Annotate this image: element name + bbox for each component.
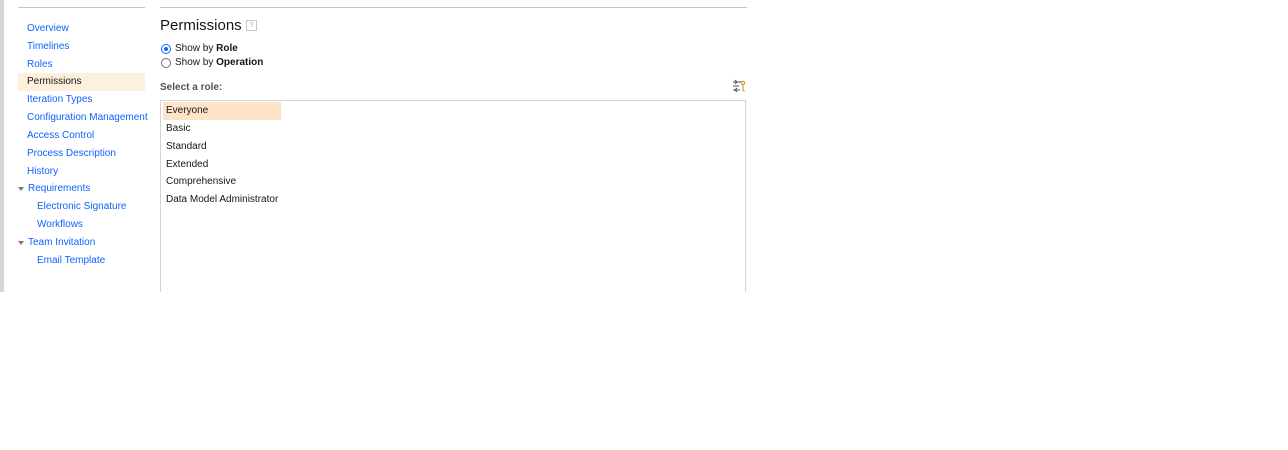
role-item-extended[interactable]: Extended xyxy=(163,156,281,174)
sidebar-item-label: Overview xyxy=(27,23,69,34)
sidebar-item-label: Access Control xyxy=(27,130,95,141)
sidebar-item-permissions[interactable]: Permissions xyxy=(18,73,145,91)
role-listbox[interactable]: Everyone Basic Standard Extended Compreh… xyxy=(160,100,746,292)
left-border xyxy=(0,0,4,292)
sidebar-item-process-description[interactable]: Process Description xyxy=(18,145,145,163)
role-item-everyone[interactable]: Everyone xyxy=(163,102,281,120)
sidebar-item-label: Configuration Management xyxy=(27,112,148,123)
page-title: Permissions xyxy=(160,17,242,34)
role-item-label: Data Model Administrator xyxy=(166,194,279,205)
show-by-operation-radio[interactable] xyxy=(161,58,171,68)
sidebar-item-label: Process Description xyxy=(27,148,116,159)
sidebar-item-label: Permissions xyxy=(27,76,82,87)
show-by-operation-label: Show by Operation xyxy=(175,57,264,68)
role-item-comprehensive[interactable]: Comprehensive xyxy=(163,173,281,191)
role-item-label: Comprehensive xyxy=(166,176,237,187)
sidebar-item-timelines[interactable]: Timelines xyxy=(18,38,145,56)
role-item-label: Extended xyxy=(166,159,209,170)
sidebar-item-label: Requirements xyxy=(28,183,91,194)
sidebar-item-configuration-management[interactable]: Configuration Management xyxy=(18,109,148,127)
sidebar-item-roles[interactable]: Roles xyxy=(18,56,145,74)
role-item-basic[interactable]: Basic xyxy=(163,120,281,138)
sidebar-item-workflows[interactable]: Workflows xyxy=(18,216,145,234)
sidebar-item-label: Team Invitation xyxy=(28,237,96,248)
select-role-label: Select a role: xyxy=(160,82,223,93)
role-item-label: Standard xyxy=(166,141,207,152)
main-divider xyxy=(160,7,747,8)
filter-settings-icon[interactable] xyxy=(732,79,746,93)
role-item-standard[interactable]: Standard xyxy=(163,138,281,156)
sidebar-item-label: Iteration Types xyxy=(27,94,93,105)
sidebar-item-overview[interactable]: Overview xyxy=(18,20,145,38)
role-item-label: Basic xyxy=(166,123,191,134)
sidebar-item-label: Email Template xyxy=(37,255,106,266)
role-item-data-model-administrator[interactable]: Data Model Administrator xyxy=(163,191,293,209)
sidebar-item-access-control[interactable]: Access Control xyxy=(18,127,145,145)
show-by-role-radio[interactable] xyxy=(161,44,171,54)
expand-caret-icon[interactable] xyxy=(18,187,24,191)
sidebar-item-electronic-signature[interactable]: Electronic Signature xyxy=(18,198,145,216)
main-content: Permissions ? Show by Role Show by Opera… xyxy=(160,0,747,292)
help-icon[interactable]: ? xyxy=(246,20,257,31)
sidebar-item-label: History xyxy=(27,166,59,177)
expand-caret-icon[interactable] xyxy=(18,241,24,245)
sidebar-item-label: Roles xyxy=(27,59,53,70)
sidebar-item-history[interactable]: History xyxy=(18,163,145,181)
sidebar-item-iteration-types[interactable]: Iteration Types xyxy=(18,91,145,109)
role-item-label: Everyone xyxy=(166,105,209,116)
sidebar-item-requirements[interactable]: Requirements xyxy=(18,180,145,198)
show-by-role-label: Show by Role xyxy=(175,43,238,54)
sidebar-item-label: Timelines xyxy=(27,41,70,52)
sidebar-item-label: Electronic Signature xyxy=(37,201,127,212)
sidebar-item-label: Workflows xyxy=(37,219,83,230)
sidebar: Overview Timelines Roles Permissions Ite… xyxy=(18,0,148,292)
sidebar-item-team-invitation[interactable]: Team Invitation xyxy=(18,234,145,252)
app-frame: Overview Timelines Roles Permissions Ite… xyxy=(0,0,760,292)
sidebar-divider xyxy=(18,7,145,8)
sidebar-item-email-template[interactable]: Email Template xyxy=(18,252,145,270)
